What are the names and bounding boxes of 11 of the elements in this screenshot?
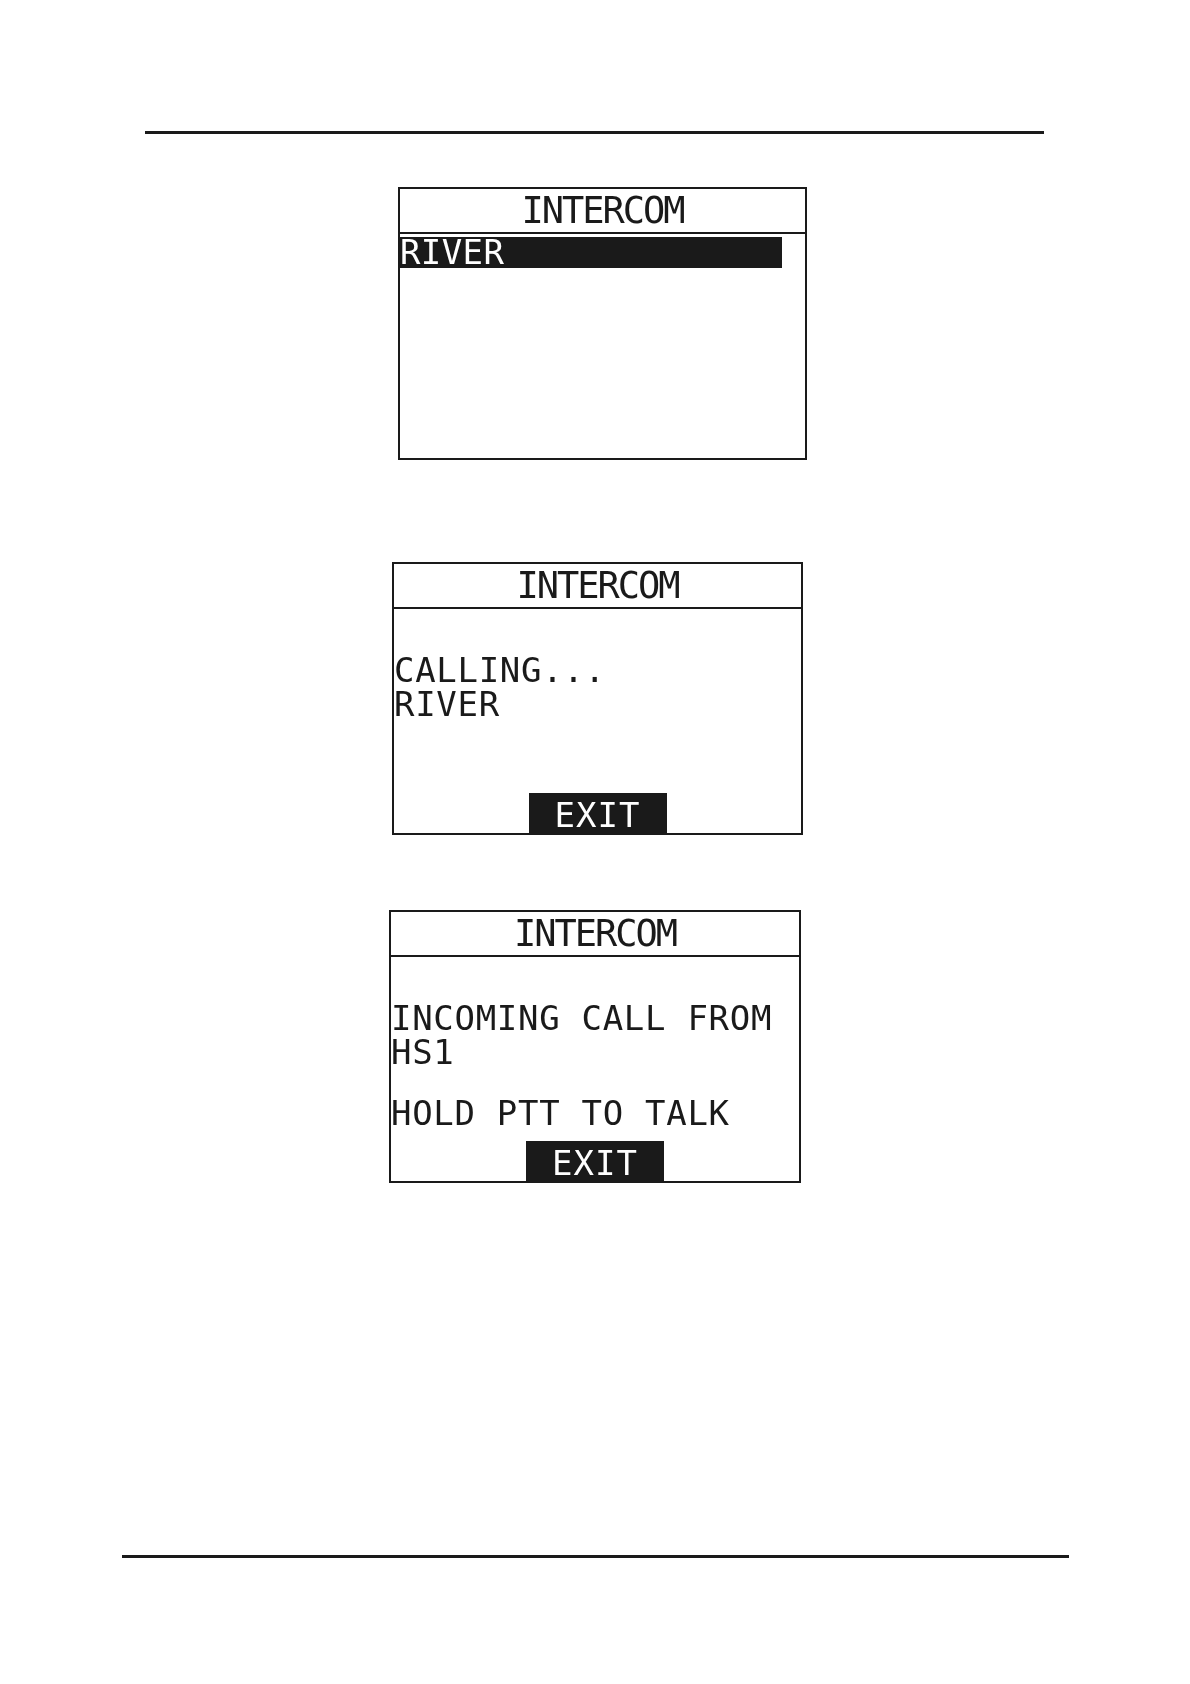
softkey-button[interactable]: EXIT xyxy=(528,793,667,833)
message-text: HOLD PTT TO TALK xyxy=(391,1096,730,1130)
screen-title: INTERCOM xyxy=(394,564,801,609)
list-item[interactable]: RIVER xyxy=(400,237,782,268)
message-text: RIVER xyxy=(394,687,500,721)
message-text: INCOMING CALL FROM xyxy=(391,1001,773,1035)
screen-title: INTERCOM xyxy=(391,912,799,957)
message-text: CALLING... xyxy=(394,653,606,687)
message-text: HS1 xyxy=(391,1035,455,1069)
softkey-button[interactable]: EXIT xyxy=(526,1141,664,1181)
screen-title: INTERCOM xyxy=(400,189,805,234)
